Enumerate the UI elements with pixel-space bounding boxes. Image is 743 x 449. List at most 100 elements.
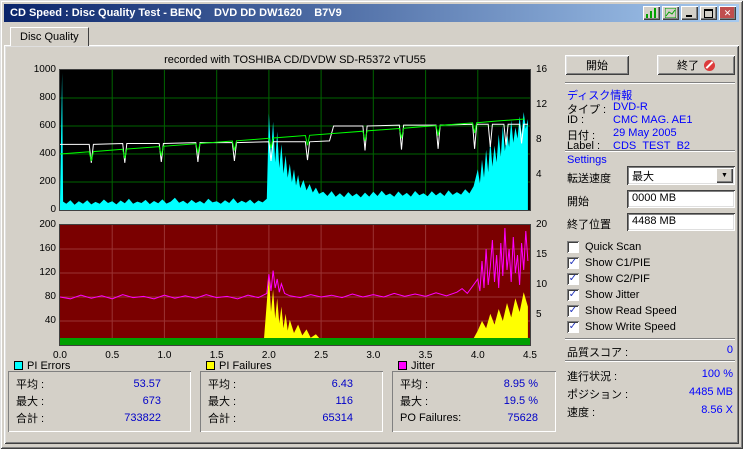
jitter-legend: Jitter [398,359,435,372]
axis-tick-label: 4 [536,169,542,180]
start-position-input[interactable]: 0000 MB [627,190,735,208]
axis-tick-label: 120 [39,267,56,278]
axis-tick-label: 16 [536,64,548,75]
checkbox-label: Show C1/PIE [585,256,651,269]
progress-value: 100 % [701,368,733,380]
quality-chart-bottom [59,224,531,346]
checkbox-show-write-speed[interactable]: ✓ Show Write Speed [567,320,676,333]
axis-tick-label: 1000 [33,64,56,75]
jitter-legend-label: Jitter [411,359,435,372]
position-label: ポジション : [567,389,629,401]
checkbox-box[interactable]: ✓ [567,288,579,301]
tab-disc-quality[interactable]: Disc Quality [10,27,89,46]
checkbox-show-c2-pif[interactable]: ✓ Show C2/PIF [567,272,650,285]
progress-row: 進行状況 : 100 % [567,368,733,384]
checkbox-quick-scan[interactable]: Quick Scan [567,240,641,253]
quality-score-label: 品質スコア : [567,347,629,359]
stat-row: PO Failures: 75628 [392,409,556,426]
stat-label: 最大 : [208,395,237,408]
stat-value: 19.5 % [503,394,538,407]
checkbox-label: Show Write Speed [585,320,676,333]
checkbox-box[interactable]: ✓ [567,272,579,285]
checkbox-box[interactable]: ✓ [567,304,579,317]
exit-button-label: 終了 [677,60,699,72]
pi-failures-color-swatch [206,361,215,370]
disc-id-row: ID : CMC MAG. AE1 [567,114,735,126]
checkbox-box[interactable]: ✓ [567,256,579,269]
checkbox-show-jitter[interactable]: ✓ Show Jitter [567,288,639,301]
axis-tick-label: 10 [536,279,548,290]
quality-score-row: 品質スコア : 0 [567,344,733,360]
chevron-down-icon[interactable]: ▼ [716,168,733,183]
close-button[interactable]: ✕ [719,6,736,20]
stat-row: 最大 : 19.5 % [392,392,556,409]
start-position-label: 開始 [567,196,589,208]
graph-icon-button[interactable] [643,6,660,20]
stat-label: PO Failures: [400,411,462,424]
axis-tick-label: 3.0 [366,350,381,361]
title-bar[interactable]: CD Speed : Disc Quality Test - BENQ DVD … [4,4,739,22]
jitter-color-swatch [398,361,407,370]
axis-tick-label: 2.5 [314,350,329,361]
separator [565,360,735,362]
axis-tick-label: 4.5 [523,350,537,361]
disc-id-value: CMC MAG. AE1 [613,114,693,126]
end-position-input[interactable]: 4488 MB [627,213,735,231]
pi-failures-stats-box: 平均 : 6.43 最大 : 116 合計 : 65314 [200,371,383,432]
axis-tick-label: 160 [39,243,56,254]
checkbox-show-c1-pie[interactable]: ✓ Show C1/PIE [567,256,650,269]
checkbox-box[interactable]: ✓ [567,320,579,333]
transfer-speed-label: 転送速度 [567,173,611,185]
stat-value: 733822 [124,411,161,424]
checkbox-label: Show Jitter [585,288,640,301]
pi-errors-color-swatch [14,361,23,370]
stat-label: 最大 : [400,395,429,408]
speed-row: 速度 : 8.56 X [567,404,733,420]
exit-button[interactable]: 終了 [657,55,735,75]
axis-tick-label: 1.0 [157,350,172,361]
maximize-button[interactable] [700,6,717,20]
app-window: CD Speed : Disc Quality Test - BENQ DVD … [0,0,743,449]
progress-label: 進行状況 : [567,371,618,383]
stat-label: 合計 : [16,412,45,425]
stat-row: 最大 : 673 [8,392,191,409]
axis-tick-label: 80 [44,291,56,302]
transfer-speed-value: 最大 [632,170,654,183]
stat-label: 平均 : [208,378,237,391]
transfer-speed-select[interactable]: 最大 ▼ [627,166,735,185]
disc-id-label: ID : [567,114,585,126]
separator [565,82,735,84]
stat-value: 116 [335,394,353,407]
axis-tick-label: 200 [39,219,56,230]
maximize-icon [704,8,713,18]
save-graph-icon-button[interactable] [662,6,679,20]
checkbox-label: Quick Scan [585,240,642,253]
checkbox-show-read-speed[interactable]: ✓ Show Read Speed [567,304,677,317]
separator [565,150,735,152]
axis-tick-label: 800 [39,92,56,103]
exit-red-circle-icon [704,59,715,71]
quality-score-value: 0 [726,344,733,356]
pi-failures-legend: PI Failures [206,360,272,372]
checkbox-box[interactable] [567,240,579,253]
quality-chart-top [59,69,531,211]
pi-errors-stats-box: 平均 : 53.57 最大 : 673 合計 : 733822 [8,371,191,432]
axis-tick-label: 600 [39,120,56,131]
axis-tick-label: 0 [50,204,56,215]
window-title: CD Speed : Disc Quality Test - BENQ DVD … [10,7,342,19]
minimize-button[interactable] [681,6,698,20]
start-button[interactable]: 開始 [565,55,629,75]
stat-label: 平均 : [16,378,45,391]
checkbox-label: Show C2/PIF [585,272,650,285]
bar-chart-icon [646,8,656,18]
stat-value: 53.57 [133,377,161,390]
tab-label: Disc Quality [20,31,79,43]
chart-recorder-note: recorded with TOSHIBA CD/DVDW SD-R5372 v… [164,54,426,66]
stat-row: 最大 : 116 [200,392,383,409]
stat-label: 平均 : [400,378,429,391]
stat-value: 75628 [507,411,538,424]
speed-label: 速度 : [567,407,596,419]
stat-label: 合計 : [208,412,237,425]
stat-value: 6.43 [331,377,353,390]
axis-tick-label: 15 [536,249,548,260]
